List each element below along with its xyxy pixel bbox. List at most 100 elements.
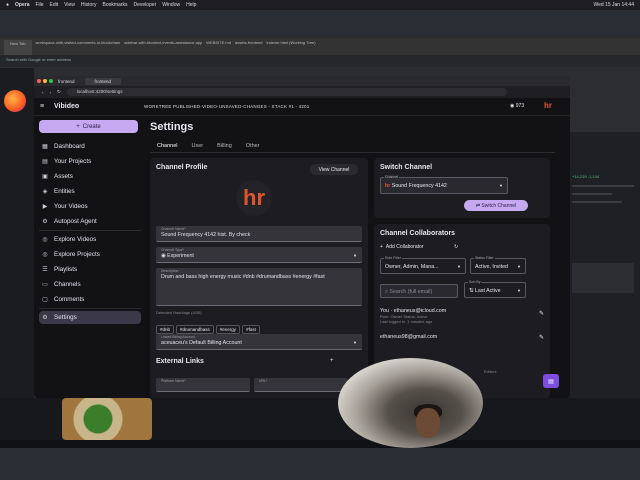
channel-logo[interactable]: hr <box>236 180 272 216</box>
sidebar-item-dashboard[interactable]: ▦ Dashboard <box>39 140 141 153</box>
menu-item[interactable]: File <box>35 2 43 8</box>
channel-select[interactable]: Channel hr Sound Frequency 4142 ▼ <box>380 175 508 194</box>
sidebar-item-assets[interactable]: ▣ Assets <box>39 170 141 183</box>
field-label: URL* <box>259 379 268 383</box>
menu-item[interactable]: Developer <box>134 2 157 8</box>
url-input[interactable]: localhost:4200/settings <box>66 88 507 96</box>
field-value: Sound Frequency 4142 hist. By check <box>161 232 251 238</box>
sidebar-item-playlists[interactable]: ☰ Playlists <box>39 263 141 276</box>
field-value: ◉ Experiment <box>161 253 194 259</box>
sidebar-item-label: Explore Videos <box>54 236 97 243</box>
view-channel-button[interactable]: View Channel <box>310 164 358 175</box>
sidebar-item-label: Settings <box>54 314 77 321</box>
switch-channel-button[interactable]: ⇄ Switch Channel <box>464 200 528 211</box>
menu-item[interactable]: History <box>81 2 97 8</box>
menu-item[interactable]: Bookmarks <box>102 2 127 8</box>
field-value: hr Sound Frequency 4142 <box>385 183 447 189</box>
avatar[interactable]: hr <box>544 101 560 113</box>
video-icon: ▶ <box>42 203 48 210</box>
menu-icon[interactable]: ≡ <box>40 103 44 110</box>
sidebar-item-entities[interactable]: ◈ Entities <box>39 185 141 198</box>
apple-menu-icon[interactable]: ● <box>6 2 9 8</box>
add-collaborator-button[interactable]: + Add Collaborator <box>380 244 423 250</box>
switch-icon: ⇄ <box>475 202 481 209</box>
sidebar-item-your-videos[interactable]: ▶ Your Videos <box>39 200 141 213</box>
plus-icon: + <box>76 123 80 130</box>
page: ≡ Vibideo WORKTREE PUBLISHED-VIDEO-UNSAV… <box>34 98 570 398</box>
worktree-banner: WORKTREE PUBLISHED-VIDEO-UNSAVED-CHANGES… <box>144 104 310 109</box>
sidebar-item-label: Your Projects <box>54 158 92 165</box>
back-icon[interactable]: ‹ <box>42 90 44 95</box>
status-filter-select[interactable]: Status Filter Active, Invited ▼ <box>470 256 526 274</box>
description-textarea[interactable]: Description Drum and bass high energy mu… <box>156 268 362 306</box>
field-label: Linked Billing Account <box>161 335 196 339</box>
list-item[interactable]: You · ethaneus@icloud.com Role: Owner St… <box>380 308 544 330</box>
list-item[interactable]: ethaneus98@gmail.com ✎ <box>380 334 544 346</box>
webcam-person <box>416 408 440 438</box>
switch-channel-heading: Switch Channel <box>380 164 433 171</box>
maximize-window-icon[interactable] <box>49 79 53 83</box>
settings-main: Settings Channel User Billing Other Chan… <box>150 116 570 398</box>
add-link-icon[interactable]: + <box>330 358 334 364</box>
sidebar-item-label: Explore Projects <box>54 251 100 258</box>
sort-by-select[interactable]: Sort By ⇅ Last Active ▼ <box>464 280 526 298</box>
background-editor-panel: +14,219 -1,144 <box>566 132 640 400</box>
menu-item[interactable]: Opera <box>15 2 29 8</box>
hashtag-chip[interactable]: #energy <box>215 325 241 334</box>
forward-icon[interactable]: › <box>50 90 52 95</box>
chat-icon[interactable]: ▤ <box>543 374 559 388</box>
minimize-window-icon[interactable] <box>43 79 47 83</box>
background-toolbar: Search with Google or enter address <box>0 55 640 67</box>
channel-name-field[interactable]: Channel Name* Sound Frequency 4142 hist.… <box>156 226 362 242</box>
sidebar-item-label: Autopost Agent <box>54 218 97 225</box>
sidebar-item-label: Playlists <box>54 266 78 273</box>
sidebar-item-label: Your Videos <box>54 203 88 210</box>
hashtag-chip[interactable]: #fast <box>242 325 260 334</box>
close-window-icon[interactable] <box>37 79 41 83</box>
edit-icon[interactable]: ✎ <box>539 310 544 317</box>
channels-icon: ▭ <box>42 281 48 288</box>
firefox-logo-icon <box>4 90 26 112</box>
sidebar-item-autopost-agent[interactable]: ⚙ Autopost Agent <box>39 215 141 228</box>
diff-stats: +14,219 -1,144 <box>572 174 600 179</box>
sidebar-item-channels[interactable]: ▭ Channels <box>39 278 141 291</box>
sidebar-item-your-projects[interactable]: ▤ Your Projects <box>39 155 141 168</box>
field-value: ⇅ Last Active <box>469 288 501 294</box>
menu-item[interactable]: Window <box>162 2 180 8</box>
platform-name-field[interactable]: Platform Name* <box>156 378 250 392</box>
search-placeholder: ⌕ Search (full email) <box>385 289 432 296</box>
url-field[interactable]: URL* <box>254 378 348 392</box>
hashtags-label: Detected Hashtags (4/30) <box>156 310 202 315</box>
billing-account-select[interactable]: Linked Billing Account aceuaceu's Defaul… <box>156 334 362 350</box>
tab-frontend[interactable]: frontend <box>58 79 75 84</box>
sort-value: Last Active <box>474 288 501 294</box>
switch-channel-card: Switch Channel Channel hr Sound Frequenc… <box>374 158 550 218</box>
background-search-input[interactable]: Search with Google or enter address <box>6 57 71 62</box>
refresh-icon[interactable]: ↻ <box>454 244 458 250</box>
sidebar-item-comments[interactable]: ▢ Comments <box>39 293 141 306</box>
role-filter-select[interactable]: Role Filter Owner, Admin, Mana... ▼ <box>380 256 466 274</box>
field-label: Channel <box>384 175 400 179</box>
field-label: Sort By <box>468 280 482 284</box>
comment-icon: ▢ <box>42 296 48 303</box>
add-user-icon: + <box>380 244 383 250</box>
menu-item[interactable]: Edit <box>50 2 59 8</box>
collaborator-search-input[interactable]: ⌕ Search (full email) <box>380 284 458 298</box>
reload-icon[interactable]: ↻ <box>57 89 61 95</box>
channel-type-select[interactable]: Channel Type* ◉ Experiment ▼ <box>156 247 362 263</box>
app-tab-bar: frontend frontend <box>34 76 570 86</box>
menu-item[interactable]: View <box>64 2 75 8</box>
app-logo[interactable]: Vibideo <box>54 103 79 110</box>
field-value: aceuaceu's Default Billing Account <box>161 340 242 346</box>
sidebar-item-label: Assets <box>54 173 73 180</box>
edit-icon[interactable]: ✎ <box>539 334 544 341</box>
sidebar-item-settings[interactable]: ⚙ Settings <box>39 311 141 324</box>
hashtag-chip[interactable]: #dnb <box>156 325 175 334</box>
create-button[interactable]: + Create <box>39 120 138 133</box>
menu-item[interactable]: Help <box>186 2 196 8</box>
tab-frontend-active[interactable]: frontend <box>84 77 122 85</box>
app-header: ≡ Vibideo WORKTREE PUBLISHED-VIDEO-UNSAV… <box>34 98 570 116</box>
sidebar-item-explore-videos[interactable]: ◎ Explore Videos <box>39 233 141 246</box>
hashtag-chip[interactable]: #drumandbass <box>176 325 214 334</box>
sidebar-item-explore-projects[interactable]: ◎ Explore Projects <box>39 248 141 261</box>
